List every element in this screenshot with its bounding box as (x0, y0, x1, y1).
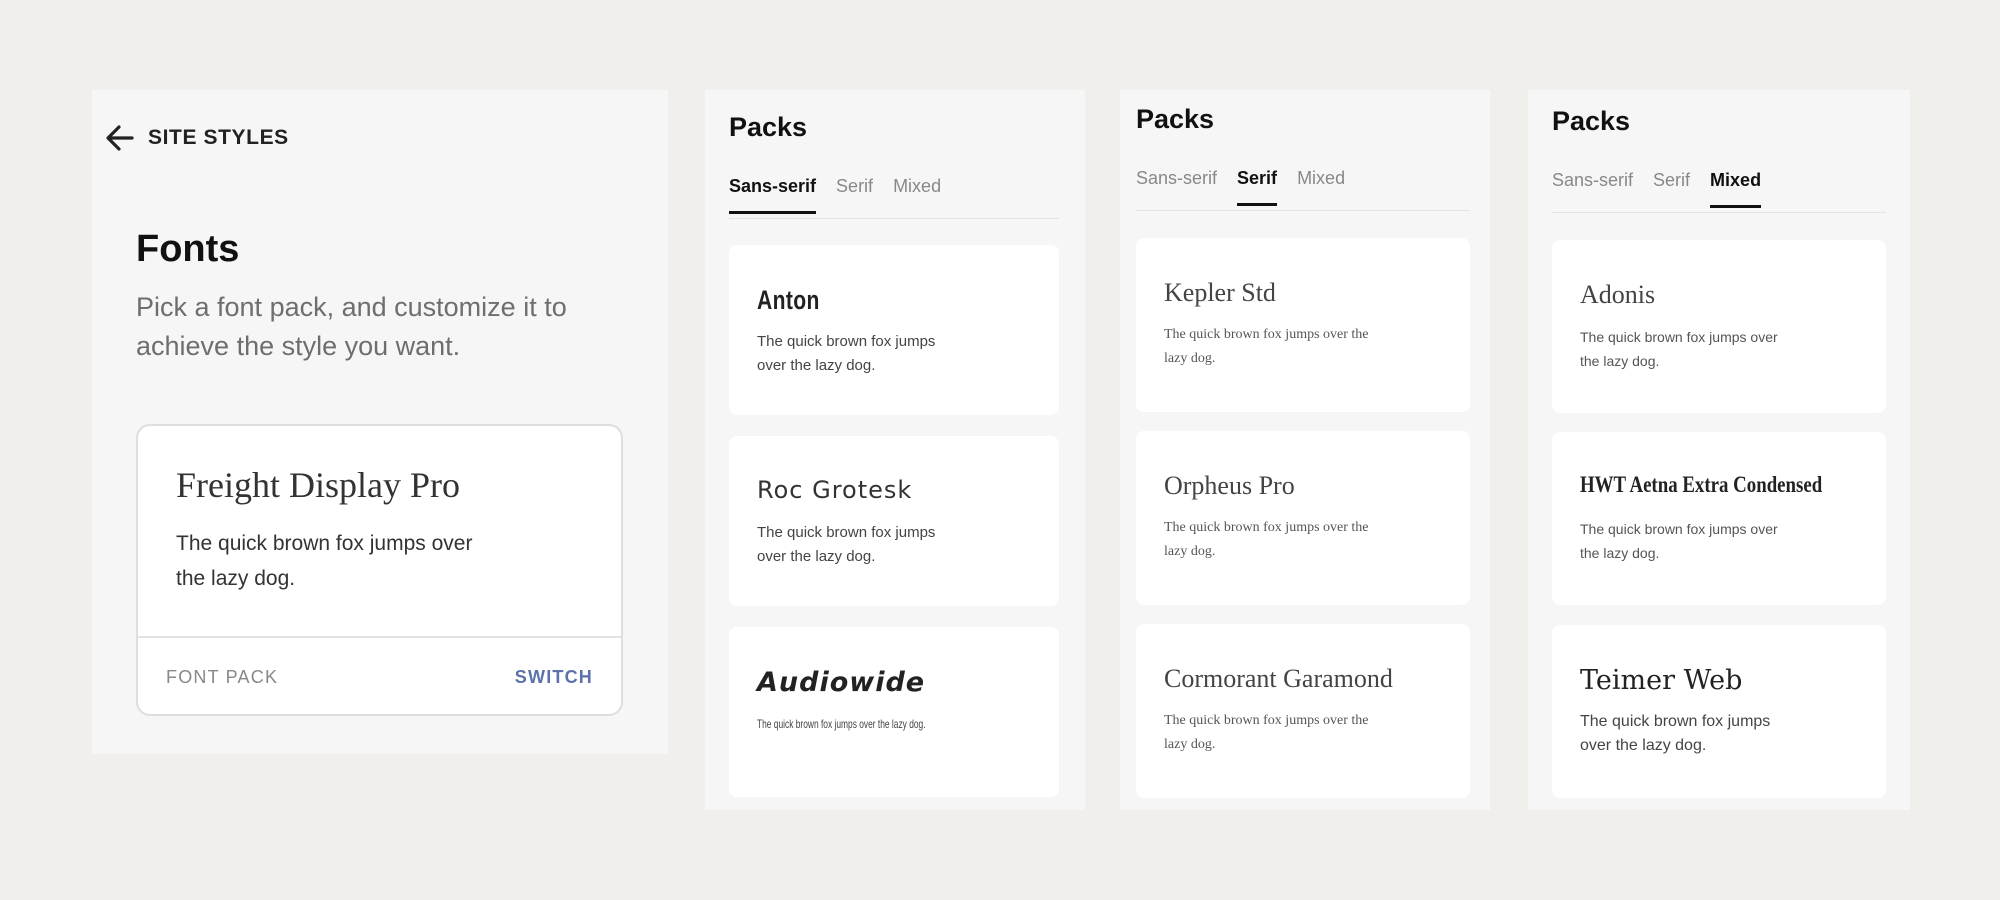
font-card-sample: The quick brown fox jumps over the lazy … (757, 717, 926, 731)
arrow-left-icon (106, 125, 134, 151)
packs-panel-serif: Packs Sans-serif Serif Mixed Kepler Std … (1120, 90, 1490, 810)
current-font-name: Freight Display Pro (176, 465, 460, 505)
tabs-underline (1552, 212, 1886, 213)
packs-title: Packs (729, 112, 808, 142)
font-card-sample: The quick brown fox jumps over the lazy … (1164, 713, 1369, 752)
font-card-cormorant-garamond[interactable]: Cormorant Garamond The quick brown fox j… (1136, 624, 1470, 798)
font-card-audiowide[interactable]: Audiowide The quick brown fox jumps over… (729, 627, 1059, 797)
current-font-sample: The quick brown fox jumps over the lazy … (176, 532, 473, 590)
font-pack-label: FONT PACK (166, 667, 279, 687)
font-card-sample: The quick brown fox jumps over the lazy … (1580, 713, 1771, 754)
font-card-name: Anton (757, 285, 820, 315)
switch-button[interactable]: SWITCH (515, 667, 593, 688)
tab-serif[interactable]: Serif (1653, 170, 1690, 208)
font-card-roc-grotesk[interactable]: Roc Grotesk The quick brown fox jumps ov… (729, 436, 1059, 606)
packs-title: Packs (1136, 104, 1215, 134)
font-card-sample: The quick brown fox jumps over the lazy … (1580, 521, 1778, 561)
font-card-sample: The quick brown fox jumps over the lazy … (1164, 327, 1369, 366)
site-styles-panel: SITE STYLES Fonts Pick a font pack, and … (92, 90, 668, 754)
tabs-underline (1136, 210, 1470, 211)
tab-mixed[interactable]: Mixed (893, 176, 941, 214)
font-card-name: Roc Grotesk (757, 476, 913, 504)
font-card-name: Audiowide (757, 667, 926, 698)
font-card-name: Teimer Web (1580, 665, 1743, 696)
font-card-sample: The quick brown fox jumps over the lazy … (757, 524, 936, 565)
current-font-pack-card[interactable]: Freight Display Pro The quick brown fox … (136, 424, 623, 716)
font-card-name: Orpheus Pro (1164, 471, 1295, 500)
font-card-name: Adonis (1580, 280, 1656, 309)
font-card-anton[interactable]: Anton The quick brown fox jumps over the… (729, 245, 1059, 415)
pack-tabs: Sans-serif Serif Mixed (1552, 170, 1762, 208)
font-card-sample: The quick brown fox jumps over the lazy … (1580, 329, 1778, 369)
tab-mixed[interactable]: Mixed (1710, 170, 1762, 208)
font-card-teimer-web[interactable]: Teimer Web The quick brown fox jumps ove… (1552, 625, 1886, 798)
tab-sans-serif[interactable]: Sans-serif (1136, 168, 1217, 206)
page-title: Fonts (136, 228, 240, 270)
font-card-sample: The quick brown fox jumps over the lazy … (1164, 520, 1369, 559)
font-card-orpheus-pro[interactable]: Orpheus Pro The quick brown fox jumps ov… (1136, 431, 1470, 605)
font-card-hwt-aetna[interactable]: HWT Aetna Extra Condensed The quick brow… (1552, 432, 1886, 605)
packs-panel-mixed: Packs Sans-serif Serif Mixed Adonis The … (1528, 90, 1910, 810)
font-card-name: Kepler Std (1164, 278, 1276, 307)
tab-serif[interactable]: Serif (836, 176, 873, 214)
tab-mixed[interactable]: Mixed (1297, 168, 1345, 206)
tabs-underline (729, 218, 1059, 219)
back-label: SITE STYLES (148, 126, 289, 149)
font-card-adonis[interactable]: Adonis The quick brown fox jumps over th… (1552, 240, 1886, 413)
font-card-kepler-std[interactable]: Kepler Std The quick brown fox jumps ove… (1136, 238, 1470, 412)
tab-serif[interactable]: Serif (1237, 168, 1278, 206)
back-button[interactable]: SITE STYLES (104, 122, 289, 154)
packs-title: Packs (1552, 106, 1631, 136)
font-card-name: Cormorant Garamond (1164, 664, 1393, 693)
pack-tabs: Sans-serif Serif Mixed (1136, 168, 1345, 206)
pack-tabs: Sans-serif Serif Mixed (729, 176, 941, 214)
page-description: Pick a font pack, and customize it to ac… (136, 292, 567, 361)
card-divider (138, 636, 621, 638)
tab-sans-serif[interactable]: Sans-serif (1552, 170, 1633, 208)
tab-sans-serif[interactable]: Sans-serif (729, 176, 817, 214)
packs-panel-sans-serif: Packs Sans-serif Serif Mixed Anton The q… (705, 90, 1085, 810)
font-card-name: HWT Aetna Extra Condensed (1580, 472, 1823, 497)
font-card-sample: The quick brown fox jumps over the lazy … (757, 333, 936, 374)
